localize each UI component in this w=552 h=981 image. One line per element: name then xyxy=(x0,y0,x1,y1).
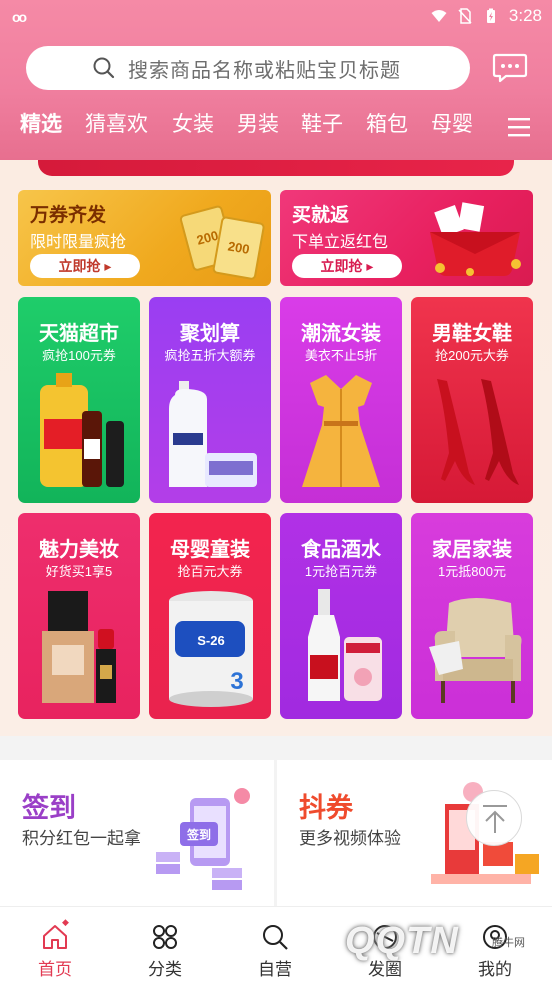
nav-label: 自营 xyxy=(258,960,292,979)
tab-xiangbao[interactable]: 箱包 xyxy=(366,110,408,140)
dress-icon xyxy=(302,375,380,487)
svg-text:S-26: S-26 xyxy=(197,633,224,648)
shower-gel-icon xyxy=(169,381,257,487)
card-home[interactable]: 家居家装 1元抵800元 xyxy=(411,513,533,719)
status-bar: oo 3:28 xyxy=(0,0,552,34)
tab-muying[interactable]: 母婴 xyxy=(431,110,473,140)
card-juhuasuan[interactable]: 聚划算 疯抢五折大额券 xyxy=(149,297,271,503)
card-baby[interactable]: 母婴童装 抢百元大券 S-26 3 xyxy=(149,513,271,719)
back-to-top-button[interactable] xyxy=(466,790,522,846)
tab-caixihuan[interactable]: 猜喜欢 xyxy=(85,110,148,140)
card-subtitle: 好货买1享5 xyxy=(45,564,113,579)
card-beauty[interactable]: 魅力美妆 好货买1享5 xyxy=(18,513,140,719)
search-icon xyxy=(93,57,115,79)
category-icon xyxy=(153,925,177,949)
search-icon xyxy=(263,925,288,950)
menu-icon[interactable] xyxy=(507,116,531,138)
main-content: 万券齐发 限时限量疯抢 立即抢 ▸ 200 200 买就返 下单立返红包 立即抢… xyxy=(0,160,552,736)
wifi-icon xyxy=(431,10,447,22)
coupon-stack-icon: 200 200 xyxy=(179,205,265,280)
card-shoes[interactable]: 男鞋女鞋 抢200元大券 xyxy=(411,297,533,503)
card-title: 魅力美妆 xyxy=(39,539,119,561)
feature-title: 抖券 xyxy=(299,793,353,823)
feature-title: 签到 xyxy=(22,793,76,823)
card-subtitle: 抢百元大券 xyxy=(177,564,243,579)
nav-category[interactable]: 分类 xyxy=(110,907,220,981)
tab-nvzhuang[interactable]: 女装 xyxy=(172,110,214,140)
promo-title: 买就返 xyxy=(292,205,350,226)
nav-label: 首页 xyxy=(38,960,72,979)
bottom-nav: ◆ 首页 分类 自营 发圈 我的 xyxy=(0,906,552,981)
card-title: 母婴童装 xyxy=(170,539,250,561)
home-icon xyxy=(43,925,67,949)
card-title: 潮流女装 xyxy=(301,323,381,345)
card-fashion-women[interactable]: 潮流女装 美衣不止5折 xyxy=(280,297,402,503)
milk-powder-icon: S-26 3 xyxy=(169,591,253,707)
status-app-glyph: oo xyxy=(12,9,27,25)
feature-subtitle: 更多视频体验 xyxy=(299,829,401,848)
card-subtitle: 疯抢五折大额券 xyxy=(164,348,256,363)
cosmetics-icon xyxy=(42,591,116,703)
promo-subtitle: 限时限量疯抢 xyxy=(30,234,127,251)
svg-text:签到: 签到 xyxy=(186,827,211,842)
category-tabs: 精选 猜喜欢 女装 男装 鞋子 箱包 母婴 xyxy=(0,110,552,146)
promo-cashback[interactable]: 买就返 下单立返红包 立即抢 ▸ xyxy=(280,190,533,286)
card-subtitle: 美衣不止5折 xyxy=(304,348,378,363)
promo-coupons[interactable]: 万券齐发 限时限量疯抢 立即抢 ▸ 200 200 xyxy=(18,190,271,286)
arrow-up-icon xyxy=(483,805,507,833)
card-title: 食品酒水 xyxy=(301,539,381,561)
nav-label: 分类 xyxy=(148,960,182,979)
tab-nanzhuang[interactable]: 男装 xyxy=(237,110,279,140)
watermark: QQTN xyxy=(345,920,459,962)
tab-jingxuan[interactable]: 精选 xyxy=(20,110,62,140)
nav-self-operated[interactable]: 自营 xyxy=(220,907,330,981)
feature-checkin[interactable]: 签到 积分红包一起拿 签到 xyxy=(0,760,274,906)
nav-home[interactable]: ◆ 首页 xyxy=(0,907,110,981)
card-subtitle: 1元抢百元券 xyxy=(304,564,378,579)
card-title: 男鞋女鞋 xyxy=(432,323,512,345)
header: oo 3:28 搜索商品名称或粘贴宝贝标题 精选 猜喜欢 女装 男装 鞋子 箱包… xyxy=(0,0,552,160)
heels-icon xyxy=(437,379,519,485)
no-sim-icon xyxy=(458,8,472,24)
search-placeholder: 搜索商品名称或粘贴宝贝标题 xyxy=(128,59,401,82)
battery-icon xyxy=(486,8,495,23)
status-time: 3:28 xyxy=(508,6,542,25)
tab-xiezi[interactable]: 鞋子 xyxy=(301,110,343,140)
card-food-drinks[interactable]: 食品酒水 1元抢百元券 xyxy=(280,513,402,719)
checkin-phone-icon: 签到 xyxy=(156,788,250,890)
promo-subtitle: 下单立返红包 xyxy=(292,234,389,251)
search-input[interactable]: 搜索商品名称或粘贴宝贝标题 xyxy=(26,46,470,90)
card-subtitle: 1元抵800元 xyxy=(438,564,506,579)
promo-grab-button[interactable]: 立即抢 ▸ xyxy=(30,254,140,278)
message-icon[interactable] xyxy=(492,52,528,84)
feature-subtitle: 积分红包一起拿 xyxy=(22,829,141,848)
card-title: 天猫超市 xyxy=(39,323,119,345)
card-tmall-market[interactable]: 天猫超市 疯抢100元券 xyxy=(18,297,140,503)
red-envelope-icon xyxy=(430,202,521,276)
svg-text:3: 3 xyxy=(230,668,243,695)
card-title: 家居家装 xyxy=(432,539,512,561)
oil-bottle-icon xyxy=(40,373,124,487)
watermark-small: 腾牛网 xyxy=(492,937,525,949)
card-title: 聚划算 xyxy=(180,323,240,345)
liquor-icon xyxy=(308,589,382,701)
promo-title: 万券齐发 xyxy=(30,205,107,226)
card-subtitle: 疯抢100元券 xyxy=(42,348,116,363)
card-subtitle: 抢200元大券 xyxy=(435,348,509,363)
promo-grab-button[interactable]: 立即抢 ▸ xyxy=(292,254,402,278)
banner-carousel[interactable] xyxy=(38,160,514,176)
armchair-icon xyxy=(429,598,522,703)
